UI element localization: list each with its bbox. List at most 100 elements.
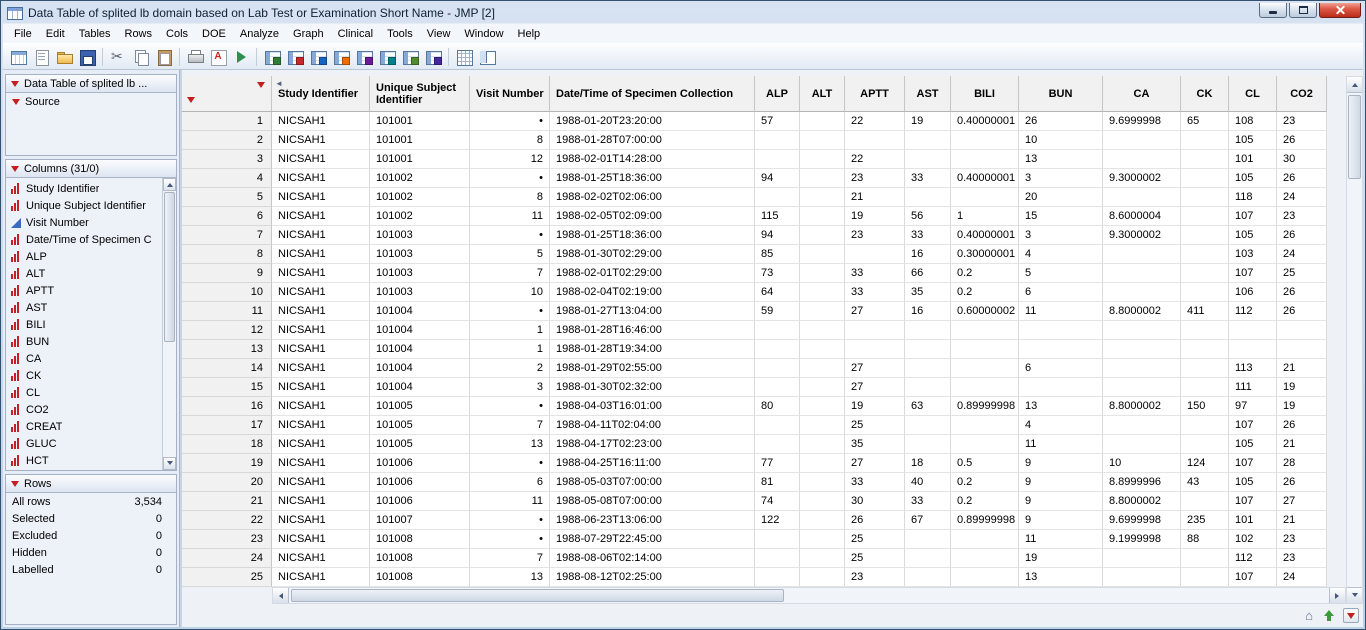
data-cell[interactable]: 10 xyxy=(470,283,550,302)
data-cell[interactable] xyxy=(800,283,845,302)
data-cell[interactable]: 101005 xyxy=(370,435,470,454)
row-number-cell[interactable]: 10 xyxy=(182,283,272,302)
row-number-cell[interactable]: 16 xyxy=(182,397,272,416)
data-cell[interactable]: 1988-06-23T13:06:00 xyxy=(550,511,755,530)
table-menu-button[interactable] xyxy=(1343,608,1359,623)
data-cell[interactable]: 1988-01-20T23:20:00 xyxy=(550,112,755,131)
menu-doe[interactable]: DOE xyxy=(195,25,233,43)
data-cell[interactable] xyxy=(845,340,905,359)
maximize-button[interactable] xyxy=(1289,3,1317,18)
data-cell[interactable]: 24 xyxy=(1277,188,1327,207)
column-header-datetime-of-specimen-collection[interactable]: Date/Time of Specimen Collection xyxy=(550,76,755,112)
home-icon[interactable] xyxy=(1302,609,1316,623)
column-item[interactable]: Study Identifier xyxy=(7,180,161,197)
data-cell[interactable] xyxy=(905,150,951,169)
data-cell[interactable]: 2 xyxy=(470,359,550,378)
data-cell[interactable] xyxy=(800,416,845,435)
data-cell[interactable]: 101 xyxy=(1229,511,1277,530)
data-cell[interactable]: 33 xyxy=(905,169,951,188)
data-cell[interactable]: 30 xyxy=(845,492,905,511)
data-cell[interactable] xyxy=(800,245,845,264)
column-item[interactable]: GLUC xyxy=(7,435,161,452)
data-cell[interactable]: NICSAH1 xyxy=(272,397,370,416)
sort-button[interactable] xyxy=(284,46,306,68)
run-script-button[interactable] xyxy=(230,46,252,68)
data-cell[interactable]: 24 xyxy=(1277,245,1327,264)
data-cell[interactable] xyxy=(1229,340,1277,359)
data-cell[interactable] xyxy=(800,112,845,131)
data-cell[interactable]: 101008 xyxy=(370,568,470,587)
data-cell[interactable] xyxy=(905,530,951,549)
data-cell[interactable]: 25 xyxy=(845,416,905,435)
data-cell[interactable]: 101001 xyxy=(370,131,470,150)
data-cell[interactable] xyxy=(1103,245,1181,264)
data-cell[interactable]: 101003 xyxy=(370,283,470,302)
data-cell[interactable]: 13 xyxy=(470,435,550,454)
data-cell[interactable]: 19 xyxy=(845,207,905,226)
data-cell[interactable]: 81 xyxy=(755,473,800,492)
menu-window[interactable]: Window xyxy=(457,25,510,43)
data-cell[interactable] xyxy=(951,549,1019,568)
data-cell[interactable] xyxy=(755,188,800,207)
data-cell[interactable] xyxy=(1103,416,1181,435)
columns-panel-red-triangle-icon[interactable] xyxy=(11,166,19,172)
data-cell[interactable] xyxy=(1181,150,1229,169)
data-cell[interactable] xyxy=(800,226,845,245)
data-cell[interactable]: 101006 xyxy=(370,492,470,511)
data-cell[interactable]: 105 xyxy=(1229,131,1277,150)
data-cell[interactable] xyxy=(1103,283,1181,302)
data-cell[interactable] xyxy=(1103,378,1181,397)
data-cell[interactable]: 0.2 xyxy=(951,283,1019,302)
data-cell[interactable]: 0.40000001 xyxy=(951,226,1019,245)
horizontal-scrollbar[interactable] xyxy=(272,587,1346,604)
data-cell[interactable]: 11 xyxy=(470,492,550,511)
data-cell[interactable]: 25 xyxy=(845,530,905,549)
data-cell[interactable] xyxy=(800,435,845,454)
data-cell[interactable]: NICSAH1 xyxy=(272,245,370,264)
column-header-ca[interactable]: CA xyxy=(1103,76,1181,112)
data-cell[interactable]: 10 xyxy=(1103,454,1181,473)
data-cell[interactable] xyxy=(905,435,951,454)
data-cell[interactable] xyxy=(1181,416,1229,435)
menu-cols[interactable]: Cols xyxy=(159,25,195,43)
row-number-cell[interactable]: 18 xyxy=(182,435,272,454)
data-cell[interactable] xyxy=(755,435,800,454)
column-item[interactable]: Visit Number xyxy=(7,214,161,231)
data-cell[interactable] xyxy=(1103,264,1181,283)
data-cell[interactable] xyxy=(1181,264,1229,283)
column-item[interactable]: BILI xyxy=(7,316,161,333)
data-cell[interactable]: 101003 xyxy=(370,226,470,245)
data-cell[interactable] xyxy=(1103,435,1181,454)
data-cell[interactable] xyxy=(905,416,951,435)
data-cell[interactable]: NICSAH1 xyxy=(272,264,370,283)
menu-edit[interactable]: Edit xyxy=(39,25,72,43)
data-cell[interactable]: 101004 xyxy=(370,340,470,359)
rows-stat-row[interactable]: All rows3,534 xyxy=(6,493,176,510)
data-cell[interactable]: 28 xyxy=(1277,454,1327,473)
menu-tools[interactable]: Tools xyxy=(380,25,420,43)
row-number-cell[interactable]: 20 xyxy=(182,473,272,492)
data-cell[interactable]: 9 xyxy=(1019,454,1103,473)
data-cell[interactable]: 105 xyxy=(1229,435,1277,454)
data-cell[interactable]: 19 xyxy=(1019,549,1103,568)
data-cell[interactable] xyxy=(845,245,905,264)
data-cell[interactable] xyxy=(905,188,951,207)
data-cell[interactable]: 1988-04-03T16:01:00 xyxy=(550,397,755,416)
data-cell[interactable] xyxy=(905,549,951,568)
copy-button[interactable] xyxy=(130,46,152,68)
column-header-cl[interactable]: CL xyxy=(1229,76,1277,112)
summary-button[interactable] xyxy=(399,46,421,68)
column-header-alt[interactable]: ALT xyxy=(800,76,845,112)
concatenate-button[interactable] xyxy=(376,46,398,68)
data-cell[interactable]: 19 xyxy=(905,112,951,131)
data-cell[interactable]: 11 xyxy=(1019,530,1103,549)
data-cell[interactable]: 1988-02-05T02:09:00 xyxy=(550,207,755,226)
data-cell[interactable]: NICSAH1 xyxy=(272,302,370,321)
column-header-visit-number[interactable]: Visit Number xyxy=(470,76,550,112)
data-cell[interactable]: 107 xyxy=(1229,568,1277,587)
column-item[interactable]: CK xyxy=(7,367,161,384)
row-number-cell[interactable]: 12 xyxy=(182,321,272,340)
data-cell[interactable] xyxy=(800,397,845,416)
data-cell[interactable]: 33 xyxy=(845,264,905,283)
data-cell[interactable] xyxy=(1181,207,1229,226)
